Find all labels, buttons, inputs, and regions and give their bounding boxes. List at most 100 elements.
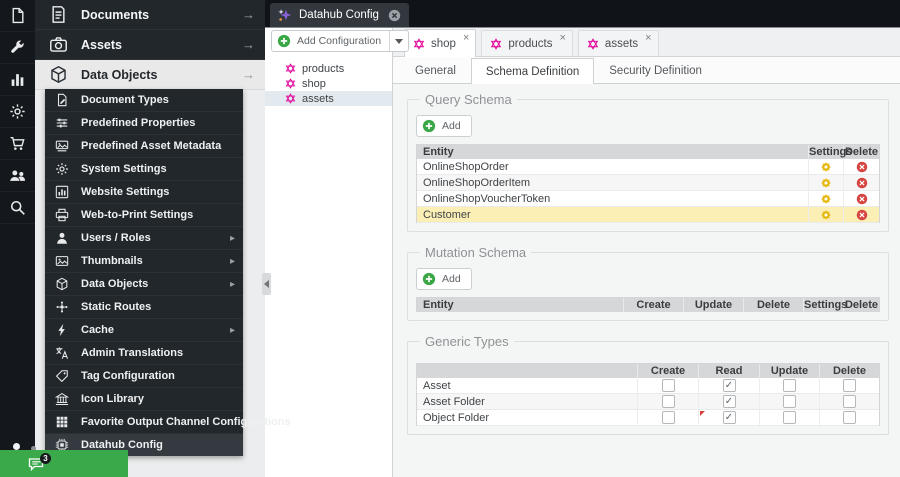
notification-dot [13, 443, 20, 450]
cube-icon [49, 65, 68, 84]
nav-item-data-objects[interactable]: Data Objects → [35, 60, 265, 90]
nav-item-documents[interactable]: Documents → [35, 0, 265, 30]
submenu-item-tag-configuration[interactable]: Tag Configuration [45, 364, 243, 387]
window-tab-datahub-config[interactable]: Datahub Config [270, 3, 409, 27]
read-checkbox[interactable]: ✓ [722, 411, 736, 424]
graphql-icon [587, 37, 599, 50]
asset-metadata-icon [55, 139, 69, 153]
tab-general[interactable]: General [400, 57, 471, 83]
table-header-row: Entity Settings Delete [417, 145, 879, 159]
submenu-item-users-roles[interactable]: Users / Roles [45, 226, 243, 249]
tab-products[interactable]: products × [481, 30, 573, 56]
submenu-item-web-to-print[interactable]: Web-to-Print Settings [45, 203, 243, 226]
settings-gear-icon[interactable] [820, 209, 832, 221]
submenu-item-cache[interactable]: Cache [45, 318, 243, 341]
tools-nav-button[interactable] [0, 32, 35, 64]
close-icon[interactable]: × [559, 33, 565, 44]
graphql-icon [413, 37, 425, 50]
table-row[interactable]: OnlineShopOrder [417, 159, 879, 175]
table-row-selected[interactable]: Customer [417, 207, 879, 223]
column-header-name[interactable] [417, 364, 638, 378]
submenu-item-static-routes[interactable]: Static Routes [45, 295, 243, 318]
close-icon[interactable]: × [645, 33, 651, 44]
submenu-item-icon-library[interactable]: Icon Library [45, 387, 243, 410]
column-header-settings[interactable]: Settings [804, 298, 847, 312]
delete-icon[interactable] [856, 193, 868, 205]
submenu-item-predefined-asset-metadata[interactable]: Predefined Asset Metadata [45, 134, 243, 157]
delete-icon[interactable] [856, 209, 868, 221]
column-header-read[interactable]: Read [699, 364, 760, 378]
submenu-item-website-settings[interactable]: Website Settings [45, 180, 243, 203]
messages-button[interactable]: 3 [0, 450, 128, 477]
nav-item-assets[interactable]: Assets → [35, 30, 265, 60]
delete-icon[interactable] [856, 177, 868, 189]
settings-nav-button[interactable] [0, 96, 35, 128]
create-checkbox[interactable] [661, 395, 675, 408]
column-header-delete[interactable]: Delete [744, 298, 804, 312]
update-checkbox[interactable] [783, 411, 796, 424]
submenu-item-predefined-properties[interactable]: Predefined Properties [45, 111, 243, 134]
submenu-label: Tag Configuration [81, 370, 175, 382]
table-row[interactable]: Asset ✓ [417, 378, 879, 394]
settings-gear-icon[interactable] [820, 193, 832, 205]
users-nav-button[interactable] [0, 160, 35, 192]
settings-gear-icon[interactable] [820, 161, 832, 173]
reports-nav-button[interactable] [0, 64, 35, 96]
tab-schema-definition[interactable]: Schema Definition [470, 58, 595, 84]
configuration-item-assets[interactable]: assets [265, 91, 392, 106]
tab-security-definition[interactable]: Security Definition [594, 57, 717, 83]
column-header-create[interactable]: Create [638, 364, 699, 378]
column-header-entity[interactable]: Entity [417, 298, 624, 312]
table-row[interactable]: Asset Folder ✓ [417, 394, 879, 410]
column-header-create[interactable]: Create [624, 298, 684, 312]
add-configuration-dropdown[interactable] [389, 31, 408, 51]
configuration-item-products[interactable]: products [265, 61, 392, 76]
close-icon[interactable] [388, 9, 401, 22]
submenu-item-favorite-output-channels[interactable]: Favorite Output Channel Configurations [45, 410, 291, 433]
query-schema-add-button[interactable]: Add [416, 115, 472, 137]
table-row[interactable]: Object Folder ✓ [417, 410, 879, 426]
bar-chart-icon [9, 71, 26, 88]
tab-assets[interactable]: assets × [577, 30, 659, 56]
configuration-item-shop[interactable]: shop [265, 76, 392, 91]
delete-checkbox[interactable] [843, 395, 856, 408]
tab-shop[interactable]: shop × [404, 29, 477, 57]
update-checkbox[interactable] [783, 379, 796, 392]
chevron-down-icon [395, 38, 404, 44]
graphql-icon [285, 93, 296, 104]
column-header-settings[interactable]: Settings [809, 145, 852, 159]
column-header-delete[interactable]: Delete [820, 364, 879, 378]
ecommerce-nav-button[interactable] [0, 128, 35, 160]
generic-types-table: Create Read Update Delete Asset ✓ Asset … [416, 363, 880, 426]
column-header-delete[interactable]: Delete [844, 298, 879, 312]
table-row[interactable]: OnlineShopVoucherToken [417, 191, 879, 207]
create-checkbox[interactable] [661, 379, 675, 392]
delete-checkbox[interactable] [843, 379, 856, 392]
delete-checkbox[interactable] [843, 411, 856, 424]
panel-collapse-handle[interactable] [262, 273, 271, 295]
close-icon[interactable]: × [463, 33, 469, 44]
column-header-delete[interactable]: Delete [844, 145, 879, 159]
settings-gear-icon[interactable] [820, 177, 832, 189]
update-checkbox[interactable] [783, 395, 796, 408]
submenu-item-document-types[interactable]: Document Types [45, 89, 243, 111]
column-header-entity[interactable]: Entity [417, 145, 809, 159]
read-checkbox[interactable]: ✓ [722, 379, 736, 392]
submenu-item-thumbnails[interactable]: Thumbnails [45, 249, 243, 272]
submenu-item-data-objects[interactable]: Data Objects [45, 272, 243, 295]
create-checkbox[interactable] [661, 411, 675, 424]
column-header-update[interactable]: Update [684, 298, 744, 312]
search-nav-button[interactable] [0, 192, 35, 224]
submenu-item-system-settings[interactable]: System Settings [45, 157, 243, 180]
submenu-label: Web-to-Print Settings [81, 209, 194, 221]
gear-icon [55, 162, 69, 176]
table-row[interactable]: OnlineShopOrderItem [417, 175, 879, 191]
submenu-item-admin-translations[interactable]: Admin Translations [45, 341, 243, 364]
add-configuration-button[interactable]: Add Configuration [271, 30, 410, 52]
delete-icon[interactable] [856, 161, 868, 173]
column-header-update[interactable]: Update [760, 364, 820, 378]
read-checkbox[interactable]: ✓ [722, 395, 736, 408]
file-nav-button[interactable] [0, 0, 35, 32]
generic-types-fieldset: Generic Types Create Read Update Delete … [407, 334, 889, 435]
mutation-schema-add-button[interactable]: Add [416, 268, 472, 290]
